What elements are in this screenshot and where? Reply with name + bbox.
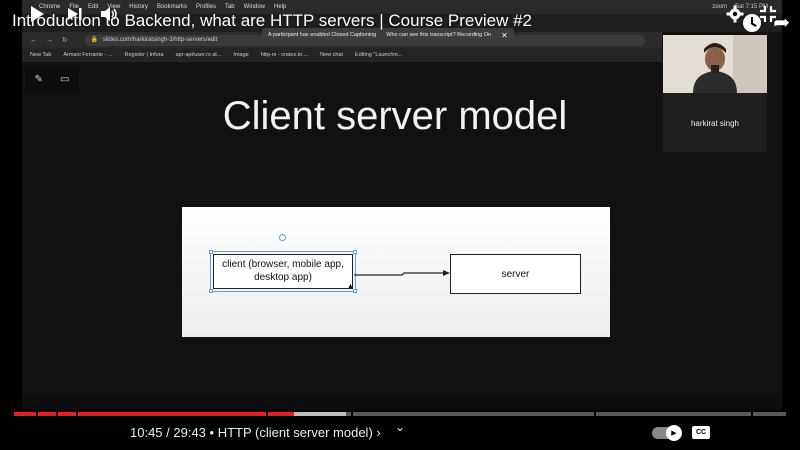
time-current: 10:45 / 29:43 <box>130 425 206 440</box>
lock-icon: 🔒 <box>90 36 99 43</box>
client-server-diagram: client (browser, mobile app, desktop app… <box>182 207 610 337</box>
close-icon: ✕ <box>501 30 508 40</box>
participant-name: harkirat singh <box>690 119 740 128</box>
caption-banner-text-2: Who can see this transcript? Recording O… <box>386 32 492 38</box>
settings-button[interactable] <box>723 0 747 28</box>
subtitles-button[interactable]: CC <box>692 426 710 439</box>
bookmark-item: New chat <box>320 52 344 58</box>
bookmark-item: New Tab <box>30 52 52 58</box>
forward-icon: → <box>46 36 53 44</box>
cursor-icon: ▲ <box>347 283 354 290</box>
person-avatar <box>663 35 767 93</box>
chapter-chevron-icon[interactable]: › <box>376 425 380 440</box>
bookmark-item: apr-api/user.rs at... <box>175 52 222 58</box>
video-title[interactable]: Introduction to Backend, what are HTTP s… <box>12 11 532 31</box>
autoplay-play-icon: ▶ <box>666 425 682 441</box>
menubar-item: Help <box>274 4 287 10</box>
screen-icon: ▭ <box>60 73 70 85</box>
volume-button[interactable] <box>96 0 122 28</box>
bookmark-item: Image <box>233 52 249 58</box>
bookmark-item: Armani Ferrante - ... <box>63 52 113 58</box>
chapter-divider <box>76 412 78 416</box>
slides-toolbar: ✎ ▭ <box>26 68 78 90</box>
chapter-divider <box>56 412 58 416</box>
pen-icon: ✎ <box>34 73 43 85</box>
bookmarks-bar: New Tab Armani Ferrante - ... Register |… <box>22 48 662 62</box>
menubar-item: Profiles <box>195 4 216 10</box>
chapter-divider <box>751 412 753 416</box>
menubar-item: Bookmarks <box>156 4 187 10</box>
chapter-divider <box>594 412 596 416</box>
chapter-divider <box>351 412 353 416</box>
volume-icon <box>101 7 117 21</box>
bookmark-item: Editing "Launchin... <box>355 52 403 58</box>
menubar-item: History <box>129 4 148 10</box>
video-player[interactable]: Chrome File Edit View History Bookmarks … <box>0 0 800 450</box>
play-button[interactable] <box>24 0 50 28</box>
address-text: slides.com/harkiratsingh-3/http-servers/… <box>102 37 218 43</box>
chapter-divider <box>266 412 268 416</box>
play-icon <box>31 6 44 22</box>
chevron-down-icon[interactable]: ⌄ <box>395 420 405 434</box>
back-icon: ← <box>30 36 37 44</box>
autoplay-toggle[interactable]: ▶ <box>652 425 682 441</box>
time-display: 10:45 / 29:43 • HTTP (client server mode… <box>130 425 381 440</box>
chapter-divider <box>36 412 38 416</box>
fullscreen-button[interactable] <box>756 0 780 28</box>
next-icon <box>68 8 82 20</box>
menubar-item: Window <box>243 4 265 10</box>
reload-icon: ↻ <box>62 37 68 44</box>
exit-fullscreen-icon <box>760 6 776 22</box>
participant-tile: harkirat singh <box>663 35 767 152</box>
caption-banner-text: A participant has enabled Closed Caption… <box>268 32 377 38</box>
progress-bar[interactable] <box>14 412 786 416</box>
bookmark-item: http-rs - crates.io:... <box>260 52 309 58</box>
server-box: server <box>450 254 581 294</box>
menubar-item: Tab <box>224 4 235 10</box>
chapter-title[interactable]: • HTTP (client server model) <box>210 425 373 440</box>
participant-video <box>663 35 767 93</box>
bookmark-item: Register | Infura <box>124 52 164 58</box>
next-button[interactable] <box>62 0 88 28</box>
gear-icon <box>726 5 744 23</box>
